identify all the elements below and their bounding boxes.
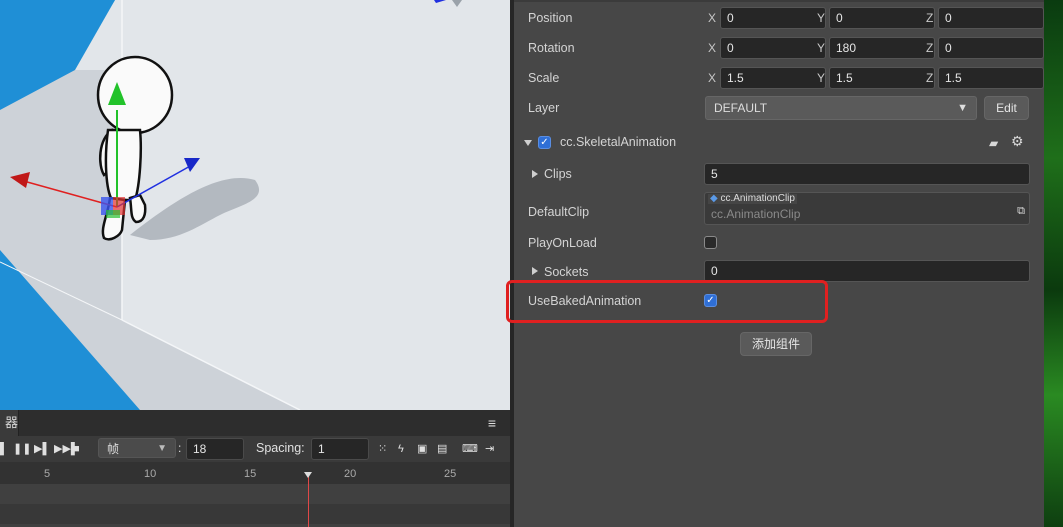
animation-toolbar: ▌ ❚❚ ▶▌ ▶▶▌ ■ 帧 ▼ : 18 Spacing: 1 ⁙ ϟ ▣ … [0, 436, 510, 462]
unit-select-value: 帧 [107, 442, 120, 456]
next-frame-icon[interactable]: ▶▌ [34, 441, 50, 457]
clips-input[interactable]: 5 [704, 163, 1030, 185]
frame-input[interactable]: 18 [186, 438, 244, 460]
axis-z-label: Z [926, 11, 934, 25]
save-icon[interactable]: ▣ [417, 441, 427, 457]
playhead-handle[interactable] [304, 472, 312, 478]
expand-icon[interactable] [532, 170, 538, 178]
keyboard-icon[interactable]: ⌨ [462, 441, 478, 457]
rotation-label: Rotation [528, 41, 575, 55]
sockets-input[interactable]: 0 [704, 260, 1030, 282]
rotation-y-input[interactable]: 180 [829, 37, 935, 59]
ruler-tick-label: 10 [144, 468, 157, 480]
playhead-line[interactable] [308, 472, 309, 527]
timeline-track[interactable] [0, 484, 510, 504]
clips-label: Clips [544, 167, 572, 181]
scale-label: Scale [528, 71, 560, 85]
animation-panel: 器 ≡ ▌ ❚❚ ▶▌ ▶▶▌ ■ 帧 ▼ : 18 Spacing: 1 ⁙ … [0, 410, 510, 527]
prev-frame-icon[interactable]: ▌ [0, 441, 8, 457]
animation-tab[interactable]: 器 [0, 410, 19, 436]
sockets-label: Sockets [544, 265, 589, 279]
scene-viewport[interactable] [0, 0, 510, 410]
axis-x-label: X [708, 71, 717, 85]
default-clip-field[interactable]: ◆ cc.AnimationClip cc.AnimationClip ⧉ [704, 192, 1030, 225]
axis-z-label: Z [926, 71, 934, 85]
layer-edit-button[interactable]: Edit [984, 96, 1029, 120]
play-on-load-label: PlayOnLoad [528, 236, 597, 250]
axis-y-label: Y [817, 41, 826, 55]
asset-locate-icon[interactable]: ⧉ [1017, 205, 1025, 218]
desktop-background [1044, 0, 1063, 527]
chevron-down-icon: ▼ [957, 102, 968, 114]
play-on-load-checkbox[interactable] [704, 236, 717, 249]
rotation-x-input[interactable]: 0 [720, 37, 826, 59]
book-icon[interactable]: ▰ [989, 136, 998, 150]
ruler-tick-label: 5 [44, 468, 51, 480]
expand-icon[interactable] [532, 267, 538, 275]
axis-x-label: X [708, 41, 717, 55]
pause-icon[interactable]: ❚❚ [13, 441, 31, 457]
timeline-ruler[interactable]: 5 10 15 20 25 [0, 462, 510, 484]
axis-y-label: Y [817, 11, 826, 25]
layer-select[interactable]: DEFAULT ▼ [705, 96, 977, 120]
gear-icon[interactable]: ⚙ [1011, 133, 1024, 150]
hamburger-icon[interactable]: ≡ [488, 416, 496, 430]
exit-icon[interactable]: ⇥ [485, 441, 494, 457]
unit-select[interactable]: 帧 ▼ [98, 438, 176, 458]
add-component-button[interactable]: 添加组件 [740, 332, 812, 356]
layer-label: Layer [528, 101, 560, 115]
frame-label: : [178, 441, 182, 455]
ruler-tick-label: 20 [344, 468, 357, 480]
scale-x-input[interactable]: 1.5 [720, 67, 826, 89]
asset-type-tag: ◆ cc.AnimationClip [708, 194, 797, 204]
ruler-tick-label: 15 [244, 468, 257, 480]
spacing-label: Spacing: [256, 441, 305, 455]
default-clip-placeholder: cc.AnimationClip [711, 207, 801, 221]
animation-panel-header: 器 ≡ [0, 410, 510, 437]
timeline-track[interactable] [0, 504, 510, 524]
component-title: cc.SkeletalAnimation [560, 135, 677, 149]
asset-type-text: cc.AnimationClip [720, 193, 795, 204]
position-x-input[interactable]: 0 [720, 7, 826, 29]
clip-icon[interactable]: ▤ [437, 441, 447, 457]
annotation-highlight-box [506, 280, 828, 323]
ruler-tick-label: 25 [444, 468, 457, 480]
axis-z-label: Z [926, 41, 934, 55]
event-icon[interactable]: ϟ [398, 441, 404, 457]
stop-icon[interactable]: ■ [73, 441, 80, 457]
diamond-icon: ◆ [710, 193, 718, 204]
axis-x-label: X [708, 11, 717, 25]
inspector-top-edge [514, 0, 1044, 2]
collapse-icon[interactable] [524, 140, 532, 146]
spacing-input[interactable]: 1 [311, 438, 369, 460]
rotation-z-input[interactable]: 0 [938, 37, 1044, 59]
scene-graphic [0, 0, 510, 410]
position-y-input[interactable]: 0 [829, 7, 935, 29]
inspector-panel: Position X 0 Y 0 Z 0 Rotation X 0 Y 180 … [514, 0, 1044, 527]
position-label: Position [528, 11, 573, 25]
grid-icon[interactable]: ⁙ [378, 441, 387, 457]
component-enabled-checkbox[interactable]: ✓ [538, 136, 551, 149]
layer-select-value: DEFAULT [714, 101, 768, 115]
position-z-input[interactable]: 0 [938, 7, 1044, 29]
scale-z-input[interactable]: 1.5 [938, 67, 1044, 89]
scale-y-input[interactable]: 1.5 [829, 67, 935, 89]
axis-y-label: Y [817, 71, 826, 85]
chevron-down-icon: ▼ [157, 443, 167, 454]
default-clip-label: DefaultClip [528, 205, 590, 219]
